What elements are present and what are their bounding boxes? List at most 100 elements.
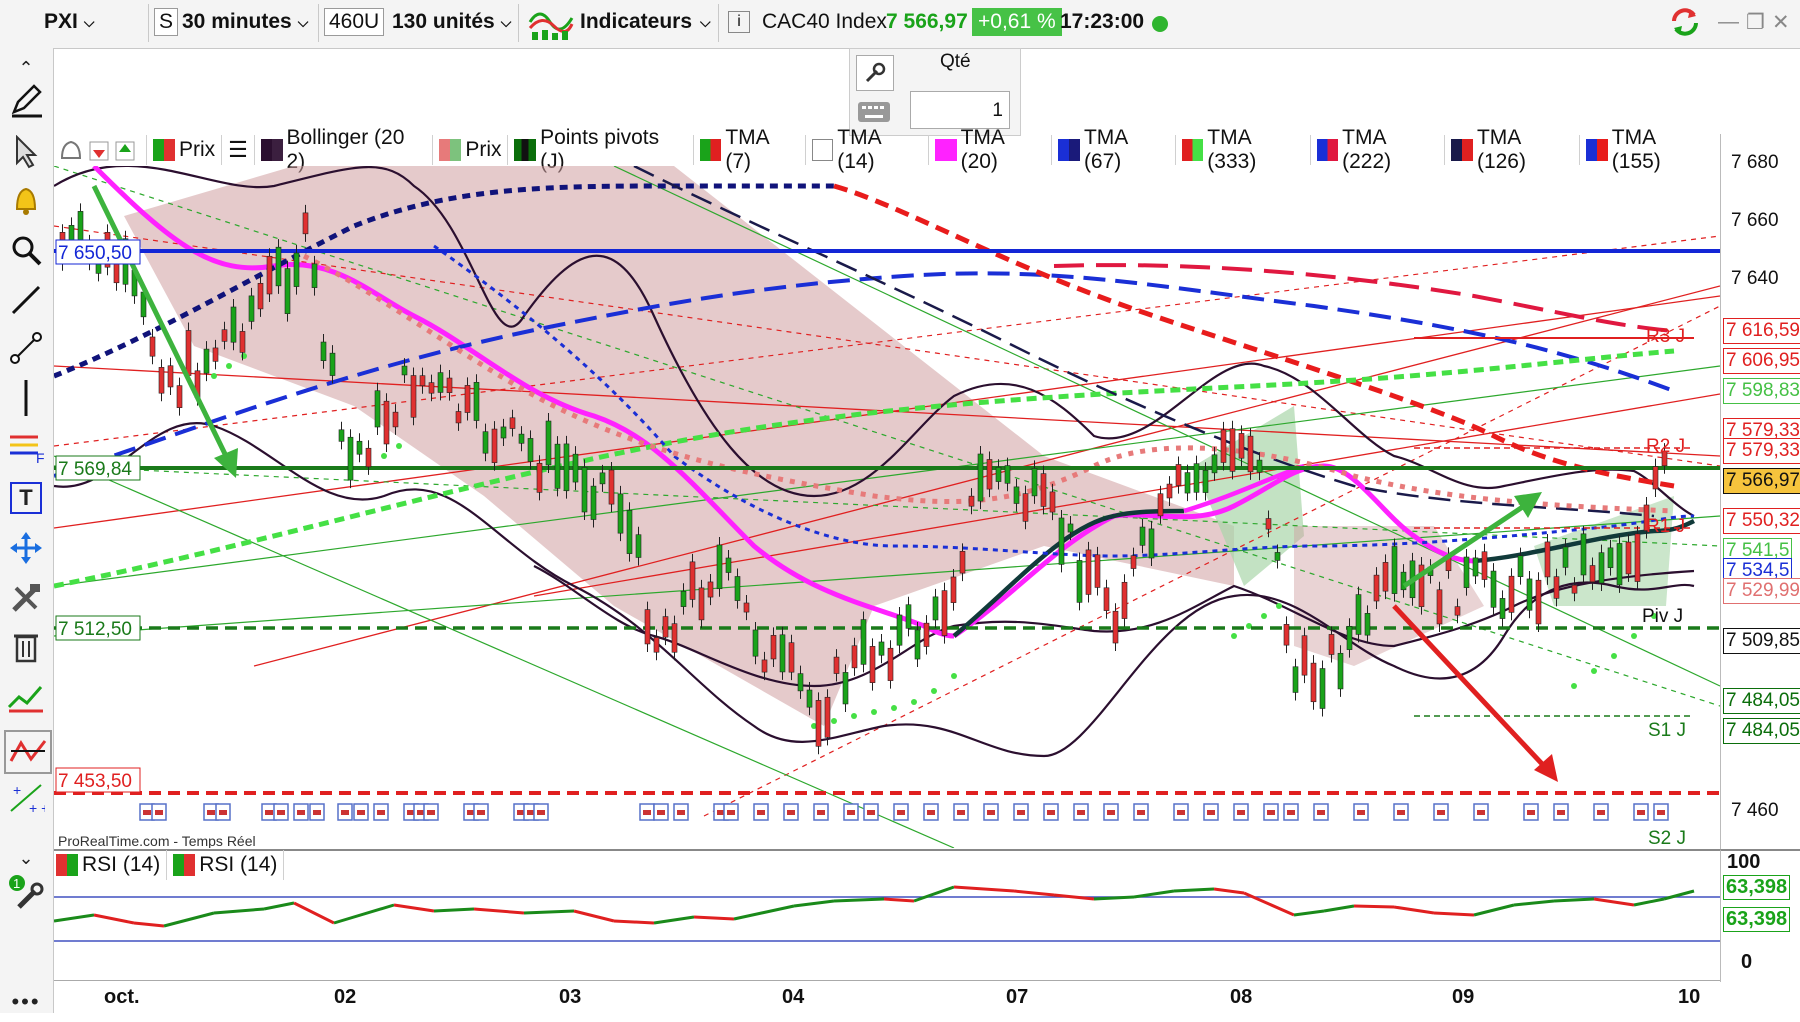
rsi-segment	[1393, 905, 1435, 915]
legend-item[interactable]: TMA (14)	[811, 126, 929, 173]
candle	[1175, 464, 1182, 486]
timeframe-selector[interactable]: 30 minutes ⌵	[182, 4, 308, 40]
legend-swatch	[1181, 139, 1204, 161]
rsi-segment	[953, 885, 1015, 893]
candle	[1202, 469, 1209, 493]
candle	[1346, 625, 1353, 650]
legend-item[interactable]: Points pivots (J)	[514, 126, 694, 173]
rsi-legend-item[interactable]: RSI (14)	[54, 850, 168, 880]
qty-input[interactable]: 1	[910, 91, 1010, 129]
minimize-icon[interactable]: —	[1718, 4, 1739, 40]
zoom-icon[interactable]	[4, 230, 48, 270]
candle	[1436, 589, 1443, 625]
close-icon[interactable]: ✕	[1772, 4, 1790, 40]
restore-icon[interactable]: ❐	[1746, 4, 1765, 40]
legend-swatch	[1451, 139, 1473, 161]
rsi-pane[interactable]	[54, 849, 1720, 981]
candle	[1337, 652, 1344, 690]
text-tool-icon[interactable]: T	[4, 478, 48, 518]
settings-wrench-icon[interactable]: 1	[4, 872, 48, 912]
refresh-icon[interactable]	[1668, 4, 1702, 40]
units-box[interactable]: 460U	[324, 4, 385, 40]
time-axis[interactable]: oct. 02 03 04 07 08 09 10	[54, 980, 1720, 1014]
candle	[572, 453, 579, 483]
legend-tools-icon	[60, 140, 135, 161]
rsi-segment	[883, 897, 915, 903]
indicators-dropdown[interactable]: ⌵	[694, 4, 711, 40]
fibonacci-icon[interactable]: F	[4, 428, 48, 468]
trend-indicator-icon[interactable]	[4, 678, 48, 718]
svg-text:+: +	[13, 782, 21, 798]
segment-tool-icon[interactable]	[4, 328, 48, 368]
legend-item[interactable]: Prix	[153, 135, 223, 165]
candle	[266, 255, 273, 295]
candle	[446, 377, 453, 393]
chevron-down-icon: ⌵	[700, 13, 711, 30]
rsi-axis[interactable]: 100 63,398 63,398 0	[1720, 849, 1800, 982]
event-doc-mark	[1047, 810, 1055, 815]
candle	[1328, 634, 1335, 655]
rsi-legend-item[interactable]: RSI (14)	[173, 850, 285, 880]
legend-item[interactable]: TMA (222)	[1316, 126, 1446, 173]
rsi-segment	[1293, 909, 1325, 917]
units-box-label: 460U	[324, 8, 385, 36]
cross-tool-icon[interactable]: + + +	[4, 778, 48, 818]
chevron-down-icon: ⌵	[83, 13, 95, 30]
event-doc-mark	[1317, 810, 1325, 815]
s-button[interactable]: S	[154, 4, 179, 40]
candle	[716, 544, 723, 590]
candle	[185, 330, 192, 376]
zigzag-icon[interactable]	[4, 730, 52, 774]
trash-icon[interactable]	[4, 626, 48, 666]
price-axis[interactable]: 7 680 7 660 7 640 7 460 7 616,59 7 606,95…	[1720, 134, 1800, 849]
symbol-selector[interactable]: PXI ⌵	[44, 4, 94, 40]
wrench-icon[interactable]	[856, 55, 894, 91]
candle	[1616, 543, 1623, 586]
legend-item[interactable]: Prix	[439, 135, 509, 165]
rsi-line	[54, 885, 1695, 928]
candle	[365, 447, 372, 468]
indicators-icon	[528, 12, 574, 40]
vertical-line-icon[interactable]	[4, 378, 48, 418]
candle	[1517, 555, 1524, 577]
info-icon[interactable]: i	[728, 4, 750, 40]
order-widget: Qté 1	[849, 48, 1021, 136]
alarm-legend-icons[interactable]	[54, 135, 147, 165]
event-doc-mark	[1477, 810, 1485, 815]
pivot-s2-label: S2 J	[1648, 828, 1686, 848]
legend-item[interactable]: TMA (333)	[1181, 126, 1311, 173]
candle	[428, 382, 435, 394]
more-icon[interactable]: •••	[4, 982, 48, 1022]
legend-item[interactable]: TMA (7)	[699, 126, 806, 173]
keyboard-icon[interactable]	[856, 95, 892, 129]
rsi-segment	[1323, 904, 1355, 913]
watermark: ProRealTime.com - Temps Réel	[58, 833, 256, 848]
pencil-icon[interactable]	[4, 80, 48, 120]
time-label: 17:23:00	[1060, 10, 1145, 33]
rsi-segment	[1513, 899, 1555, 907]
tools-icon[interactable]	[4, 578, 48, 618]
candle	[1382, 562, 1389, 592]
legend-list-icon[interactable]: ☰	[228, 135, 255, 165]
alert-bell-icon[interactable]	[4, 180, 48, 220]
legend-item[interactable]: TMA (126)	[1451, 126, 1581, 173]
chevron-down-icon: ⌵	[297, 13, 309, 30]
cursor-icon[interactable]	[4, 132, 48, 172]
legend-item[interactable]: TMA (155)	[1586, 126, 1714, 173]
line-tool-icon[interactable]	[4, 280, 48, 320]
candle	[599, 472, 606, 485]
indicators-button[interactable]: Indicateurs	[528, 4, 692, 40]
event-doc-mark	[1077, 810, 1085, 815]
legend-item[interactable]: Bollinger (20 2)	[260, 126, 434, 173]
candle	[1355, 594, 1362, 635]
units-selector[interactable]: 130 unités ⌵	[392, 4, 511, 40]
rsi-segment	[833, 897, 885, 903]
legend-item[interactable]: TMA (20)	[934, 126, 1053, 173]
legend-item[interactable]: TMA (67)	[1058, 126, 1176, 173]
candle	[293, 252, 300, 287]
candle	[257, 283, 264, 310]
price-chart[interactable]: 7 650,50 7 569,84 7 512,50 7 453,50 R3 J…	[54, 166, 1720, 848]
move-icon[interactable]	[4, 528, 48, 568]
candle	[932, 596, 939, 621]
x-label: 08	[1230, 986, 1253, 1008]
